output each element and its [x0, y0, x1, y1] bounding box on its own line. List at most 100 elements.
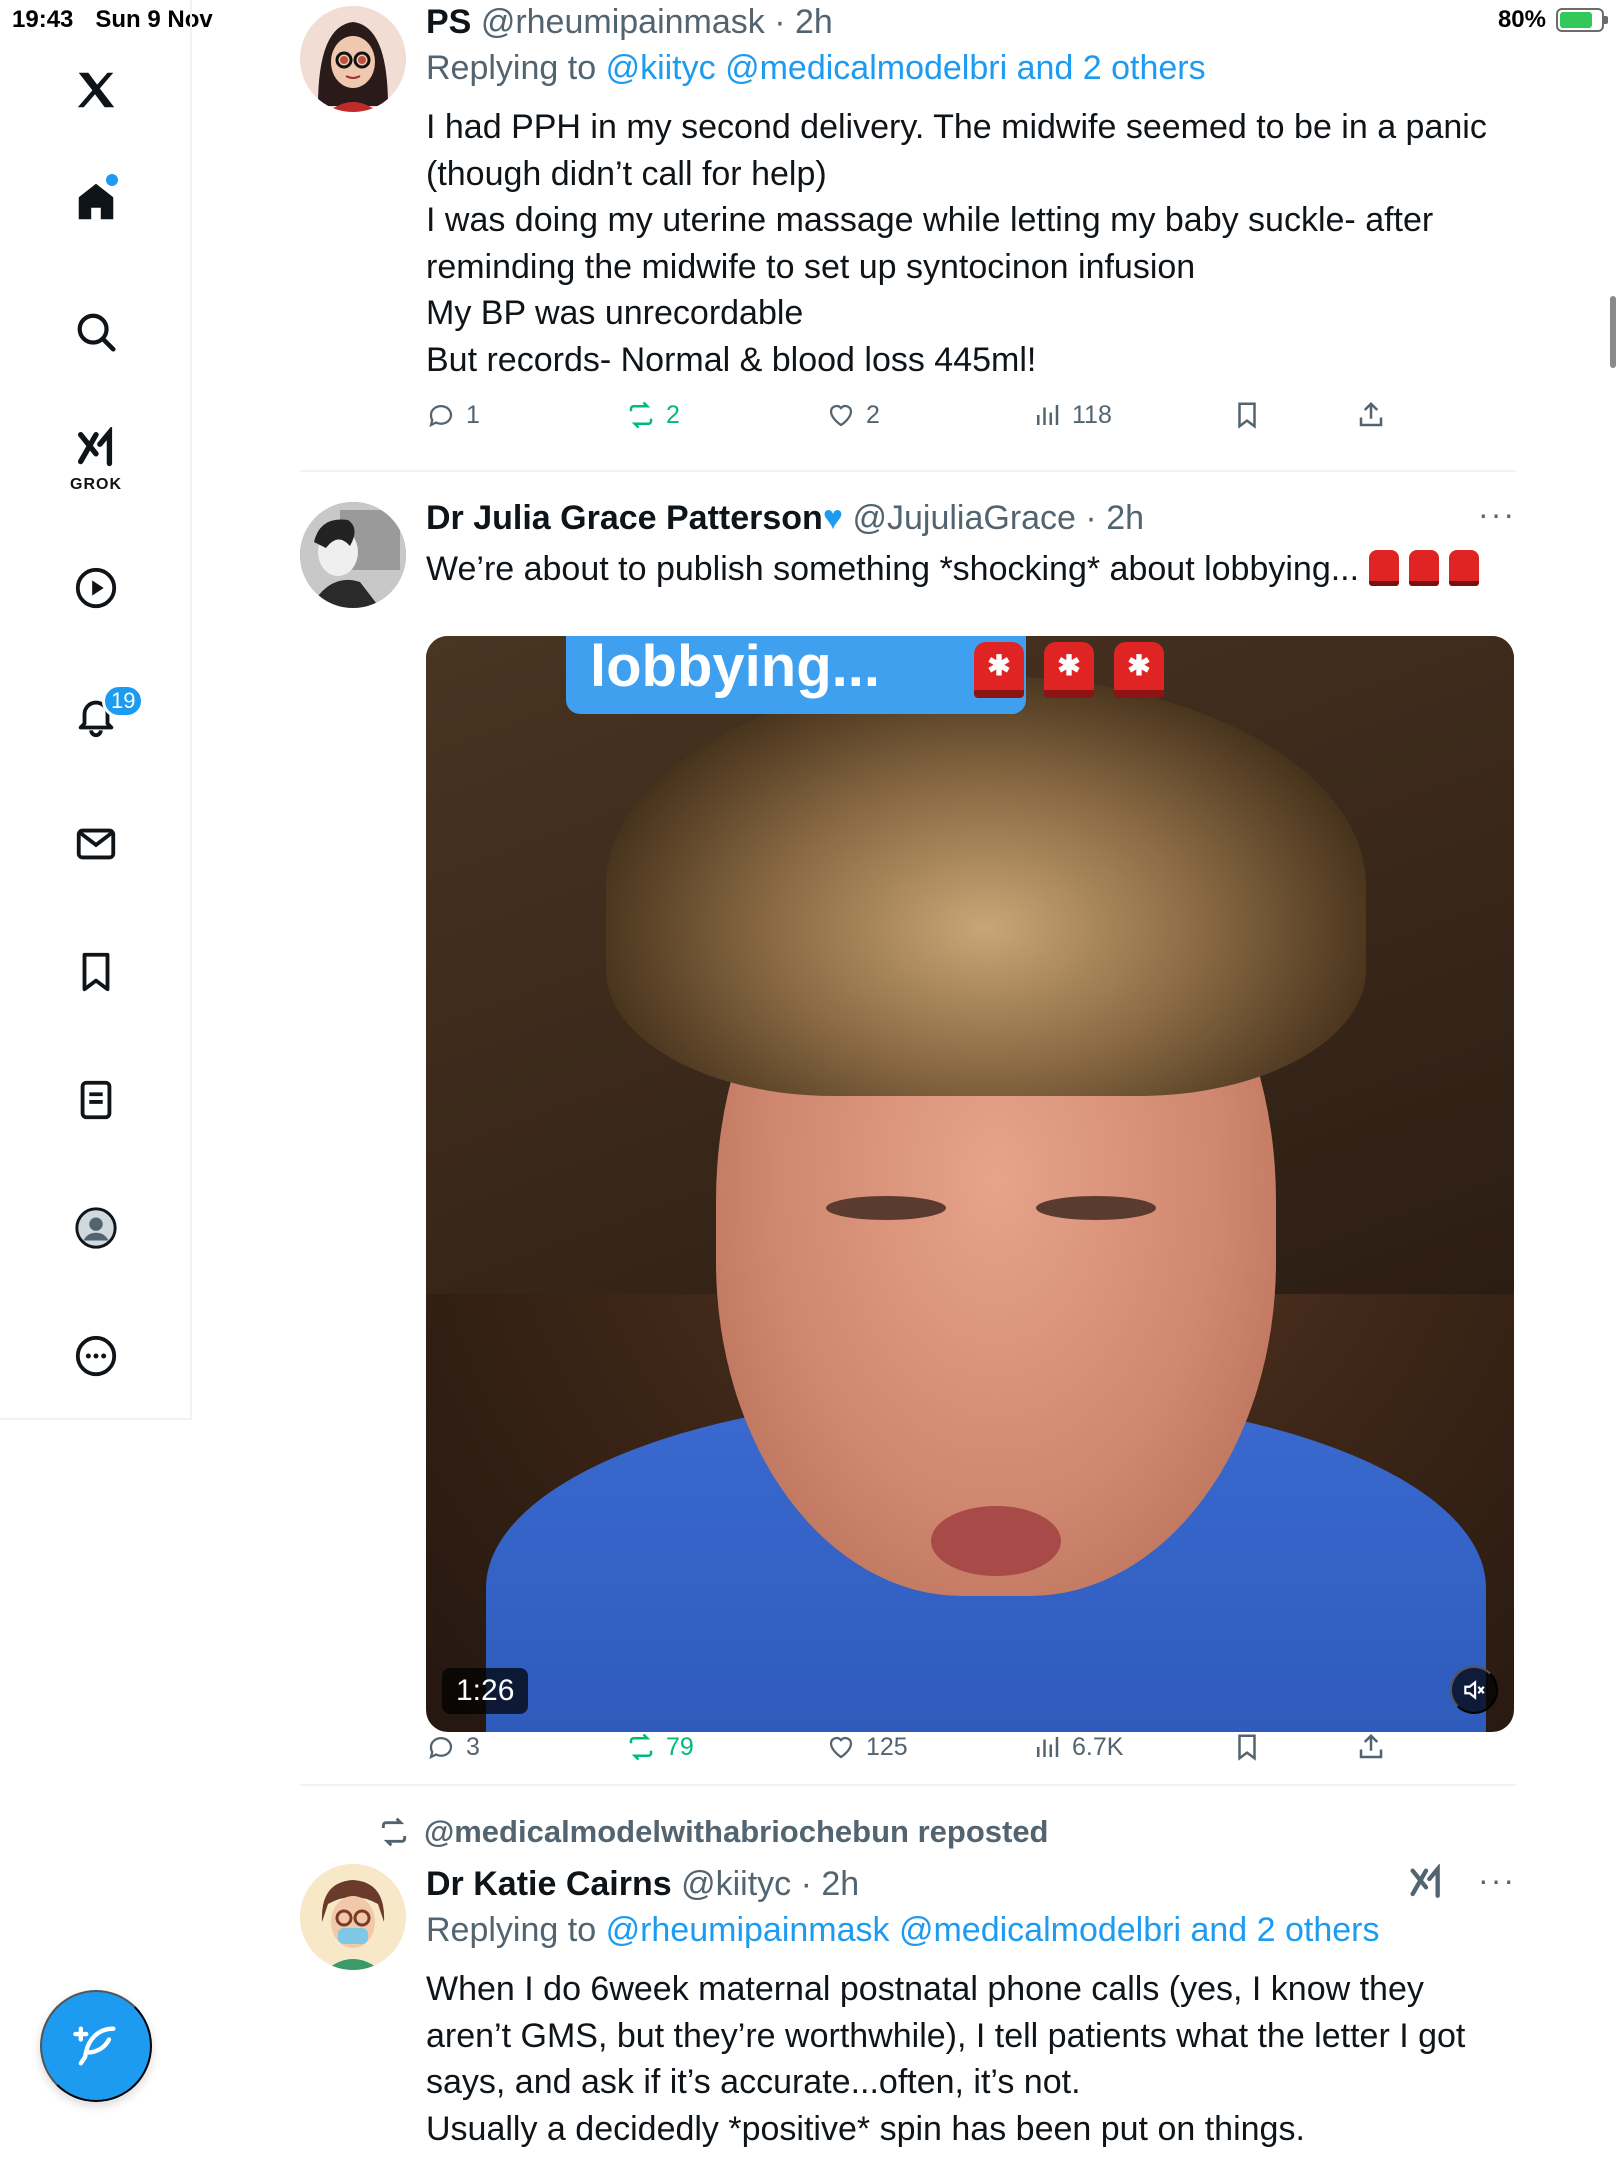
video-icon[interactable]	[66, 558, 126, 618]
text-line: (though didn’t call for help)	[426, 154, 827, 193]
replying-to: Replying to @kiityc @medicalmodelbri and…	[426, 44, 1516, 92]
messages-envelope-icon[interactable]	[66, 814, 126, 874]
tweet-text: I had PPH in my second delivery. The mid…	[426, 104, 1516, 383]
views-bar-chart-icon	[1037, 405, 1059, 425]
tweet-text: We’re about to publish something *shocki…	[426, 546, 1516, 593]
search-icon[interactable]	[66, 302, 126, 362]
avatar[interactable]	[300, 502, 406, 608]
video-caption-text: lobbying...	[590, 636, 880, 699]
siren-emoji-icon: ✱	[974, 642, 1024, 698]
video-duration: 1:26	[442, 1668, 529, 1714]
tweet[interactable]: Dr Katie Cairns @kiityc · 2h ··· Replyin…	[300, 1862, 1516, 2160]
bookmark-button[interactable]	[1232, 400, 1262, 430]
more-options-icon[interactable]: ···	[1478, 496, 1516, 533]
bookmarks-icon[interactable]	[66, 942, 126, 1002]
views-button[interactable]: 118	[1032, 400, 1112, 430]
tweet[interactable]: PS @rheumipainmask · 2h Replying to @kii…	[300, 0, 1516, 470]
heart-icon	[829, 404, 853, 427]
share-icon	[1359, 401, 1383, 427]
reply-count: 3	[466, 1732, 480, 1761]
repost-attribution[interactable]: @medicalmodelwithabriochebun reposted	[300, 1814, 1049, 1850]
divider	[300, 1784, 1516, 1786]
replying-label: Replying to	[426, 49, 597, 87]
share-button[interactable]	[1356, 400, 1386, 430]
avatar[interactable]	[300, 1864, 406, 1970]
sidebar-nav: GROK 19	[0, 0, 192, 1420]
author-name[interactable]: Dr Julia Grace Patterson	[426, 499, 823, 537]
text-line: I had PPH in my second delivery. The mid…	[426, 108, 1487, 146]
text-line: aren’t GMS, but they’re worthwhile), I t…	[426, 2016, 1466, 2055]
siren-emoji-icon: ✱	[1044, 642, 1094, 698]
text-line: reminding the midwife to set up syntocin…	[426, 247, 1196, 286]
replying-label: Replying to	[426, 1911, 597, 1949]
grok-label: GROK	[70, 476, 122, 493]
repost-icon	[629, 1733, 653, 1761]
grok-icon[interactable]	[1406, 1864, 1446, 1904]
post-time[interactable]: 2h	[821, 1865, 859, 1903]
compose-post-button[interactable]	[40, 1990, 152, 2102]
author-name[interactable]: PS	[426, 3, 471, 41]
reply-count: 1	[466, 400, 480, 429]
text-line: says, and ask if it’s accurate...often, …	[426, 2063, 1081, 2101]
text-line: When I do 6week maternal postnatal phone…	[426, 1970, 1424, 2008]
heart-icon	[829, 1736, 853, 1759]
bookmark-icon	[1238, 402, 1256, 429]
x-logo-icon[interactable]	[66, 60, 126, 120]
reply-button[interactable]: 3	[426, 1732, 480, 1762]
repost-icon	[629, 401, 653, 429]
home-unread-dot	[106, 174, 118, 186]
text-line: But records- Normal & blood loss 445ml!	[426, 340, 1037, 379]
repost-count: 2	[666, 400, 680, 429]
siren-emoji-icon	[1409, 550, 1440, 586]
scrollbar-thumb[interactable]	[1610, 296, 1616, 368]
video-subject-hair	[606, 676, 1366, 1096]
like-button[interactable]: 2	[826, 400, 880, 430]
tweet-actions: 3 79 125 6.7K	[426, 1732, 1426, 1772]
replying-to: Replying to @rheumipainmask @medicalmode…	[426, 1906, 1516, 1954]
replying-to-users-link[interactable]: @rheumipainmask @medicalmodelbri and 2 o…	[606, 1911, 1380, 1949]
divider	[300, 470, 1516, 472]
text-line: My BP was unrecordable	[426, 294, 804, 332]
lists-icon[interactable]	[66, 1070, 126, 1130]
reply-button[interactable]: 1	[426, 400, 480, 430]
text-line: Usually a decidedly *positive* spin has …	[426, 2109, 1305, 2148]
profile-avatar-icon[interactable]	[66, 1198, 126, 1258]
author-handle[interactable]: @kiityc	[681, 1865, 791, 1903]
mute-button[interactable]	[1450, 1666, 1498, 1714]
more-options-icon[interactable]	[66, 1326, 126, 1386]
more-options-icon[interactable]: ···	[1478, 1862, 1516, 1899]
tweet[interactable]: Dr Julia Grace Patterson♥ @JujuliaGrace …	[300, 496, 1516, 1776]
reply-icon	[429, 405, 453, 428]
post-time[interactable]: 2h	[1106, 499, 1144, 537]
share-button[interactable]	[1356, 1732, 1386, 1762]
siren-emoji-icon	[1369, 550, 1400, 586]
feather-plus-icon	[73, 2026, 116, 2066]
reposted-by-text: @medicalmodelwithabriochebun reposted	[424, 1814, 1049, 1849]
author-handle[interactable]: @rheumipainmask	[481, 3, 765, 41]
tweet-text: When I do 6week maternal postnatal phone…	[426, 1966, 1516, 2152]
siren-emoji-icon	[1449, 550, 1480, 586]
reply-icon	[429, 1737, 453, 1760]
battery-icon	[1556, 8, 1608, 32]
views-bar-chart-icon	[1037, 1737, 1059, 1757]
replying-to-users-link[interactable]: @kiityc @medicalmodelbri and 2 others	[606, 49, 1206, 87]
video-player[interactable]: lobbying... ✱ ✱ ✱ 1:26	[426, 636, 1514, 1732]
author-handle[interactable]: @JujuliaGrace	[852, 499, 1076, 537]
like-count: 125	[866, 1732, 908, 1761]
like-button[interactable]: 125	[826, 1732, 908, 1762]
view-count: 6.7K	[1072, 1732, 1124, 1761]
repost-count: 79	[666, 1732, 694, 1761]
blue-heart-icon: ♥	[822, 499, 844, 537]
repost-icon	[381, 1817, 407, 1847]
tweet-actions: 1 2 2 118	[426, 400, 1426, 440]
author-name[interactable]: Dr Katie Cairns	[426, 1865, 672, 1903]
avatar[interactable]	[300, 6, 406, 112]
grok-icon[interactable]	[66, 420, 126, 480]
views-button[interactable]: 6.7K	[1032, 1732, 1123, 1762]
share-icon	[1359, 1733, 1383, 1759]
bookmark-button[interactable]	[1232, 1732, 1262, 1762]
repost-button[interactable]: 2	[626, 400, 680, 430]
repost-button[interactable]: 79	[626, 1732, 694, 1762]
post-time[interactable]: 2h	[795, 3, 833, 41]
notification-count-badge: 19	[102, 684, 145, 718]
